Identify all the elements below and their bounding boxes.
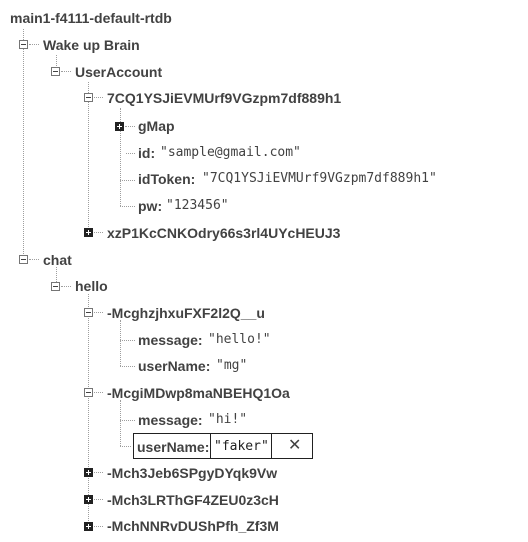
- expand-toggle-icon[interactable]: [84, 495, 93, 504]
- node-user1-key[interactable]: 7CQ1YSJiEVMUrf9VGzpm7df889h1: [107, 90, 341, 106]
- node-msg1-key[interactable]: -McghzjhxuFXF2l2Q__u: [107, 305, 265, 321]
- root-node-label[interactable]: main1-f4111-default-rtdb: [10, 10, 172, 26]
- field-key-username: userName:: [138, 358, 211, 374]
- node-wake-up-brain[interactable]: Wake up Brain: [43, 37, 140, 53]
- field-value-username[interactable]: "mg": [216, 358, 247, 374]
- field-key-pw: pw:: [138, 198, 163, 214]
- field-value-pw[interactable]: "123456": [166, 198, 229, 214]
- expand-toggle-icon[interactable]: [84, 468, 93, 477]
- collapse-toggle-icon[interactable]: [84, 388, 93, 397]
- collapse-toggle-icon[interactable]: [84, 93, 93, 102]
- node-msg2-key[interactable]: -McgiMDwp8maNBEHQ1Oa: [107, 385, 290, 401]
- expand-toggle-icon[interactable]: [84, 228, 93, 237]
- node-chat[interactable]: chat: [43, 252, 72, 268]
- cancel-edit-close-icon[interactable]: ✕: [288, 438, 301, 454]
- field-key-message: message:: [138, 412, 203, 428]
- collapse-toggle-icon[interactable]: [19, 40, 28, 49]
- field-value-id[interactable]: "sample@gmail.com": [160, 145, 301, 161]
- expand-toggle-icon[interactable]: [115, 122, 124, 131]
- node-gmap[interactable]: gMap: [138, 118, 175, 134]
- node-msg5-key[interactable]: -MchNNRvDUShPfh_Zf3M: [107, 518, 279, 534]
- field-key-idtoken: idToken:: [138, 171, 196, 187]
- field-key-message: message:: [138, 332, 203, 348]
- edit-separator: [271, 433, 272, 459]
- collapse-toggle-icon[interactable]: [84, 308, 93, 317]
- collapse-toggle-icon[interactable]: [19, 255, 28, 264]
- node-msg4-key[interactable]: -Mch3LRThGF4ZEU0z3cH: [107, 492, 279, 508]
- field-value-message[interactable]: "hi!": [208, 412, 247, 428]
- node-hello[interactable]: hello: [75, 278, 108, 294]
- node-user-account[interactable]: UserAccount: [75, 64, 162, 80]
- expand-toggle-icon[interactable]: [84, 522, 93, 531]
- field-key-username: userName:: [137, 439, 210, 455]
- field-key-id: id:: [138, 145, 156, 161]
- edit-separator: [210, 433, 211, 459]
- collapse-toggle-icon[interactable]: [51, 67, 60, 76]
- node-user2-key[interactable]: xzP1KcCNKOdry66s3rl4UYcHEUJ3: [107, 225, 340, 241]
- field-value-message[interactable]: "hello!": [208, 332, 271, 348]
- field-value-idtoken[interactable]: "7CQ1YSJiEVMUrf9VGzpm7df889h1": [202, 171, 437, 187]
- username-edit-input[interactable]: [214, 438, 270, 454]
- node-msg3-key[interactable]: -Mch3Jeb6SPgyDYqk9Vw: [107, 465, 277, 481]
- collapse-toggle-icon[interactable]: [51, 282, 60, 291]
